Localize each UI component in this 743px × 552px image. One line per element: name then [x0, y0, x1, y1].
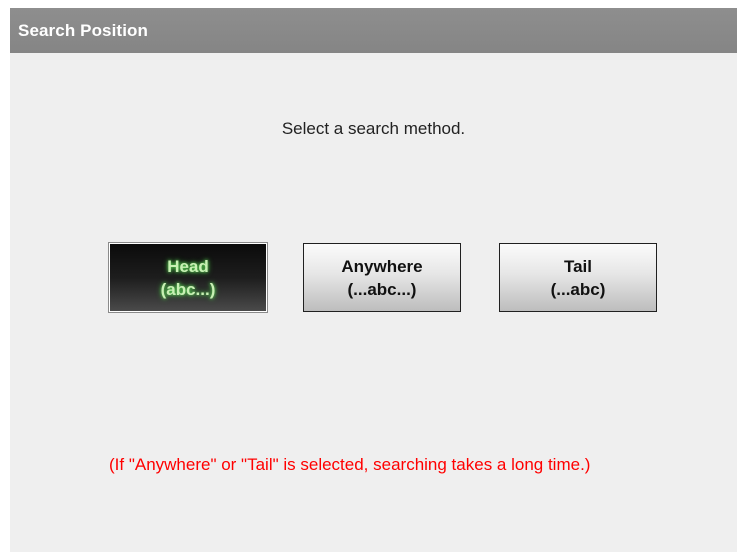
tail-button-label: Tail — [563, 256, 593, 276]
prompt-text: Select a search method. — [281, 119, 466, 138]
search-position-dialog: Search Position Select a search method. … — [10, 8, 737, 552]
head-button-example: (abc...) — [160, 279, 216, 299]
anywhere-button-example: (...abc...) — [347, 279, 417, 299]
warning-text: (If "Anywhere" or "Tail" is selected, se… — [109, 455, 591, 474]
anywhere-button[interactable]: Anywhere (...abc...) — [303, 243, 461, 312]
tail-button-example: (...abc) — [550, 279, 606, 299]
head-button-label: Head — [167, 256, 209, 276]
anywhere-button-label: Anywhere — [341, 256, 423, 276]
head-button[interactable]: Head (abc...) — [108, 242, 268, 313]
title-bar: Search Position — [10, 8, 737, 53]
tail-button[interactable]: Tail (...abc) — [499, 243, 657, 312]
dialog-title: Search Position — [18, 21, 148, 40]
